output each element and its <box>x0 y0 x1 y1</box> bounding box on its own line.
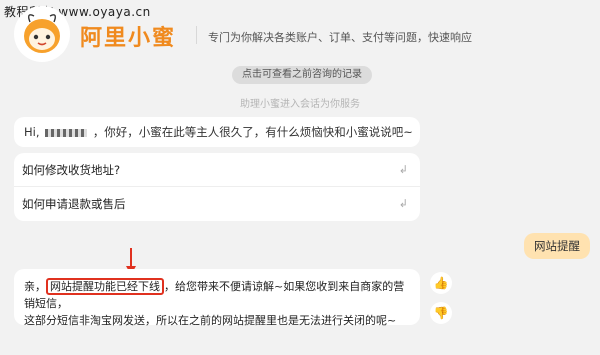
link-arrow-icon: ↲ <box>398 163 408 176</box>
faq-item-label: 如何申请退款或售后 <box>22 197 126 211</box>
header: 阿里小蜜 专门为你解决各类账户、订单、支付等问题，快速响应 <box>0 0 600 64</box>
reply-line-1: 亲， 网站提醒功能已经下线 ，给您带来不便请谅解~如果您收到来自商家的营销短信， <box>24 278 410 312</box>
faq-item-refund[interactable]: 如何申请退款或售后 ↲ <box>14 187 420 221</box>
faq-item-label: 如何修改收货地址? <box>22 163 121 177</box>
header-divider <box>196 26 197 44</box>
reply-highlight: 网站提醒功能已经下线 <box>46 278 164 295</box>
thumbs-down-icon[interactable]: 👎 <box>430 302 452 324</box>
brand-logo-text: 阿里小蜜 <box>80 26 177 51</box>
greeting-prefix: Hi, <box>24 125 40 139</box>
reply-lead: 亲， <box>24 280 46 293</box>
thumbs-up-icon[interactable]: 👍 <box>430 272 452 294</box>
system-note: 助理小蜜进入会话为你服务 <box>240 99 360 110</box>
user-message-bubble: 网站提醒 <box>524 233 590 259</box>
bee-mascot-icon <box>14 6 70 62</box>
redacted-username <box>45 128 88 137</box>
reply-line-2: 这部分短信非淘宝网发送，所以在之前的网站提醒里也是无法进行关闭的呢~ <box>24 314 397 327</box>
view-history-button[interactable]: 点击可查看之前咨询的记录 <box>232 66 372 84</box>
faq-card: 如何修改收货地址? ↲ 如何申请退款或售后 ↲ <box>14 153 420 221</box>
greeting-bubble: Hi, ，你好，小蜜在此等主人很久了，有什么烦恼快和小蜜说说吧~ <box>14 117 420 147</box>
greeting-text: ，你好，小蜜在此等主人很久了，有什么烦恼快和小蜜说说吧~ <box>92 125 413 139</box>
faq-item-change-address[interactable]: 如何修改收货地址? ↲ <box>14 153 420 187</box>
bot-reply-bubble: 亲， 网站提醒功能已经下线 ，给您带来不便请谅解~如果您收到来自商家的营销短信， 这… <box>14 269 420 327</box>
header-tagline: 专门为你解决各类账户、订单、支付等问题，快速响应 <box>208 31 472 44</box>
link-arrow-icon: ↲ <box>398 197 408 210</box>
